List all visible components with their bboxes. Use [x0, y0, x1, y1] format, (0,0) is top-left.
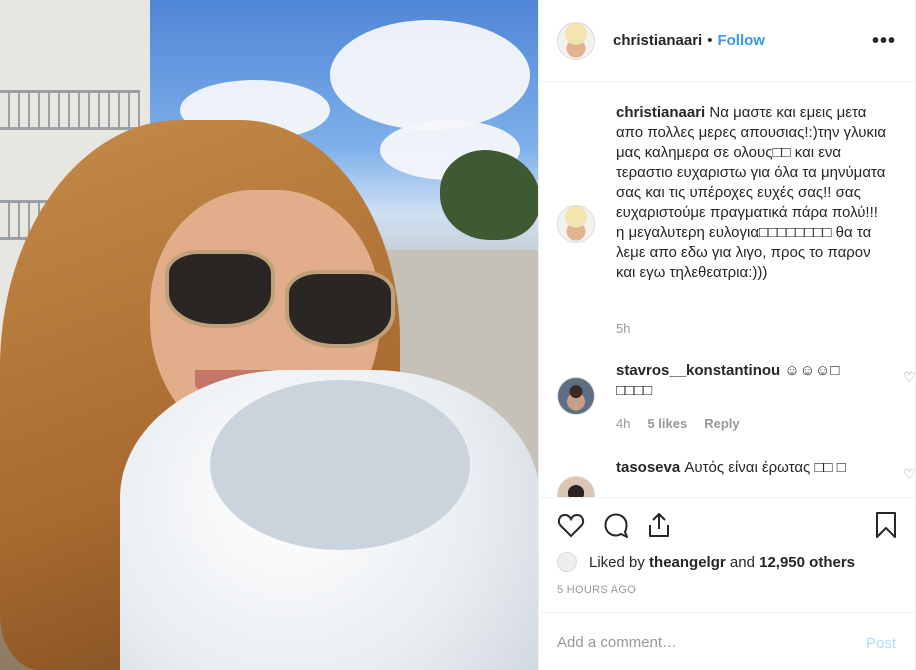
comment-reply[interactable]: Reply: [704, 416, 739, 431]
share-icon[interactable]: [644, 510, 674, 540]
liker-username[interactable]: theangelgr: [649, 554, 726, 571]
caption-avatar[interactable]: [557, 205, 595, 243]
comment-icon[interactable]: [601, 510, 631, 540]
comment-body: Αυτός είναι έρωτας □□ □: [684, 459, 846, 476]
more-options-icon[interactable]: •••: [872, 30, 896, 53]
post-header: christianaari • Follow •••: [539, 0, 916, 82]
commenter-avatar[interactable]: [557, 476, 595, 497]
likes-prefix: Liked by: [589, 553, 645, 571]
comment-input[interactable]: [557, 629, 847, 655]
post-photo[interactable]: [0, 0, 538, 670]
likes-conj: and: [729, 553, 755, 571]
comment-likes[interactable]: 5 likes: [647, 416, 687, 431]
palm-tree: [440, 150, 538, 240]
commenter-avatar[interactable]: [557, 377, 595, 415]
comment-like-heart-icon[interactable]: ♡: [903, 466, 916, 483]
balcony-rail: [0, 90, 140, 130]
likes-summary: Liked by theangelgr and 12,950 others: [557, 550, 855, 574]
caption-body: Να μαστε και εμεις μετα απο πολλες μερες…: [616, 104, 886, 281]
liker-avatar[interactable]: [557, 552, 577, 572]
caption-text: christianaari Να μαστε και εμεις μετα απ…: [616, 103, 886, 283]
comment-time[interactable]: 4h: [616, 416, 630, 431]
follow-button[interactable]: Follow: [717, 32, 765, 49]
post-container: christianaari • Follow ••• christianaari…: [0, 0, 916, 670]
sunglasses-lens-left: [165, 250, 275, 328]
comment-meta: 4h 5 likes Reply: [616, 416, 740, 431]
heart-icon[interactable]: [556, 510, 586, 540]
header-username[interactable]: christianaari: [613, 32, 702, 49]
sunglasses-lens-right: [285, 270, 395, 348]
action-bar: [539, 497, 916, 553]
comments-list[interactable]: christianaari Να μαστε και εμεις μετα απ…: [539, 83, 916, 497]
comment-username[interactable]: tasoseva: [616, 459, 680, 476]
comment-text: stavros__konstantinou ☺☺☺□ □□□□: [616, 361, 856, 401]
comment-username[interactable]: stavros__konstantinou: [616, 362, 780, 379]
caption-time[interactable]: 5h: [616, 321, 630, 336]
baby-head: [210, 380, 470, 550]
avatar[interactable]: [557, 21, 595, 60]
add-comment-bar: Post: [539, 612, 916, 670]
likes-others[interactable]: 12,950 others: [759, 554, 855, 571]
cloud: [330, 20, 530, 130]
posted-time[interactable]: 5 HOURS AGO: [557, 584, 636, 596]
comment-text: tasoseva Αυτός είναι έρωτας □□ □: [616, 458, 856, 478]
bookmark-icon[interactable]: [871, 510, 901, 540]
post-comment-button[interactable]: Post: [866, 635, 896, 652]
comment-like-heart-icon[interactable]: ♡: [903, 369, 916, 386]
separator-dot: •: [707, 32, 713, 49]
post-side-panel: christianaari • Follow ••• christianaari…: [538, 0, 916, 670]
caption-username[interactable]: christianaari: [616, 104, 705, 121]
